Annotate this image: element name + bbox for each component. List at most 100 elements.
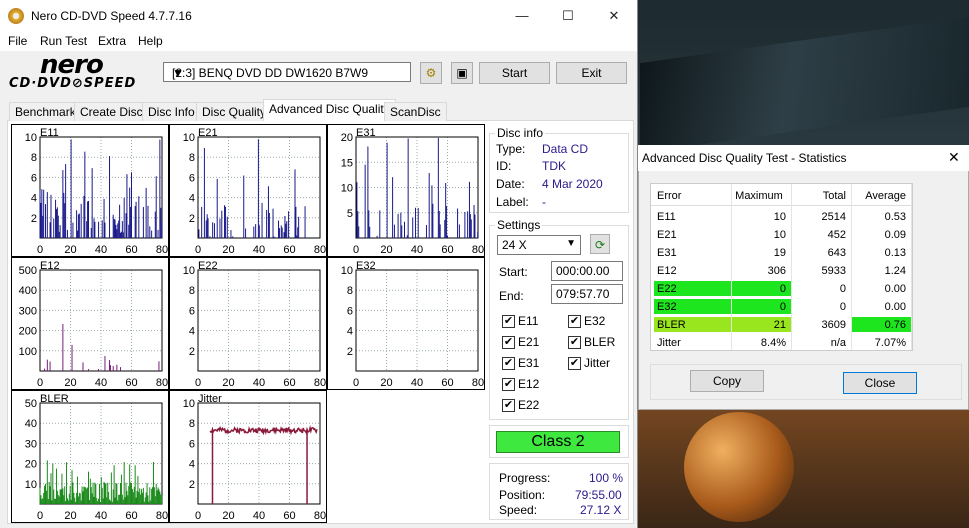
disc-info-heading: Disc info	[495, 126, 546, 140]
stats-bler-max: 21	[773, 319, 786, 331]
menu-extra[interactable]: Extra	[98, 34, 126, 48]
minimize-button[interactable]: —	[499, 0, 545, 31]
x-tick-label: 0	[37, 244, 43, 256]
stats-e12-total: 5933	[821, 265, 846, 277]
end-label: End:	[499, 289, 524, 303]
x-tick-label: 60	[125, 244, 137, 256]
x-tick-label: 80	[314, 377, 326, 389]
y-tick-label: 8	[347, 285, 353, 297]
chart-svg: 2 4 6 8 10 0 20 40 60 80 E21	[183, 127, 326, 256]
stats-e12-name: E12	[657, 265, 677, 277]
start-button[interactable]: Start	[479, 62, 550, 84]
y-tick-label: 8	[189, 152, 195, 164]
x-tick-label: 40	[411, 244, 423, 256]
y-tick-label: 2	[189, 213, 195, 225]
y-tick-label: 10	[341, 183, 353, 195]
drive-options-button[interactable]: ⚙	[420, 62, 442, 84]
tab-disc-quality[interactable]: Disc Quality	[196, 102, 273, 121]
floppy-disk-icon: ▣	[456, 66, 468, 80]
x-tick-label: 20	[64, 244, 76, 256]
disc-label-value: -	[542, 195, 546, 209]
x-tick-label: 0	[195, 377, 201, 389]
stats-e32-avg: 0.00	[884, 301, 906, 313]
x-tick-label: 60	[125, 510, 137, 522]
cd-dvd-speed-logo: CD·DVD⊘SPEED	[9, 76, 137, 91]
stats-e22-name: E22	[657, 283, 677, 295]
e32-checkbox-label: E32	[584, 314, 606, 328]
bler-checkbox[interactable]: ✔	[568, 336, 581, 349]
speed-select[interactable]: 24 X ▼	[497, 235, 581, 255]
stats-e31-avg: 0.13	[884, 247, 906, 259]
x-tick-label: 20	[380, 244, 392, 256]
chart-e32: 2 4 6 8 10 0 20 40 60 80 E32	[327, 257, 485, 390]
jitter-checkbox[interactable]: ✔	[568, 357, 581, 370]
x-tick-label: 20	[222, 510, 234, 522]
chart-title: E22	[198, 260, 218, 272]
chart-bler: 10 20 30 40 50 0 20 40 60 80 BLER	[11, 390, 169, 523]
wallpaper-planet	[684, 412, 794, 522]
x-tick-label: 60	[441, 377, 453, 389]
menu-help[interactable]: Help	[138, 34, 163, 48]
y-tick-label: 6	[347, 305, 353, 317]
stats-column-divider	[911, 184, 912, 350]
stats-header-error: Error	[657, 190, 682, 202]
e31-checkbox[interactable]: ✔	[502, 357, 515, 370]
start-time-input[interactable]: 000:00.00	[551, 261, 623, 281]
stats-e21-name: E21	[657, 229, 677, 241]
tab-advanced-disc-quality[interactable]: Advanced Disc Quality	[263, 99, 396, 121]
stats-e31-max: 19	[773, 247, 786, 259]
stats-e21-total: 452	[827, 229, 846, 241]
tab-benchmark[interactable]: Benchmark	[9, 102, 82, 121]
e22-checkbox[interactable]: ✔	[502, 399, 515, 412]
chart-title: E32	[356, 260, 376, 272]
stats-e11-avg: 0.53	[884, 211, 906, 223]
e32-checkbox[interactable]: ✔	[568, 315, 581, 328]
end-time-input[interactable]: 079:57.70	[551, 284, 623, 304]
disc-type-value: Data CD	[542, 142, 589, 156]
jitter-line	[209, 425, 318, 436]
chart-e12: 100 200 300 400 500 0 20 40 60 80 E12	[11, 257, 169, 390]
y-tick-label: 4	[31, 193, 37, 205]
tab-disc-info[interactable]: Disc Info	[142, 102, 201, 121]
stats-jitter-name: Jitter	[657, 337, 681, 349]
disc-id-value: TDK	[542, 159, 566, 173]
stats-e21-max: 10	[773, 229, 786, 241]
menu-run-test[interactable]: Run Test	[40, 34, 87, 48]
chart-title: E31	[356, 127, 376, 139]
stats-column-divider	[731, 184, 732, 350]
menu-file[interactable]: File	[8, 34, 27, 48]
stats-e12-max: 306	[767, 265, 786, 277]
y-tick-label: 50	[25, 398, 37, 410]
x-tick-label: 60	[283, 377, 295, 389]
drive-select[interactable]: [2:3] BENQ DVD DD DW1620 B7W9 ▼	[163, 62, 411, 82]
e11-checkbox[interactable]: ✔	[502, 315, 515, 328]
y-tick-label: 2	[31, 213, 37, 225]
maximize-button[interactable]: ☐	[545, 0, 591, 31]
statistics-close-icon[interactable]: ✕	[948, 149, 960, 166]
close-button[interactable]: ✕	[591, 0, 637, 31]
copy-button[interactable]: Copy	[690, 370, 764, 392]
y-tick-label: 15	[341, 157, 353, 169]
chart-svg: 100 200 300 400 500 0 20 40 60 80 E12	[19, 260, 168, 389]
chart-svg: 2 4 6 8 10 0 20 40 60 80 E22	[183, 260, 326, 389]
speed-value: 27.12 X	[580, 503, 622, 517]
e21-checkbox[interactable]: ✔	[502, 336, 515, 349]
chart-svg: 5 10 15 20 0 20 40 60 80 E31	[341, 127, 484, 256]
dialog-close-button[interactable]: Close	[843, 372, 917, 394]
e12-checkbox[interactable]: ✔	[502, 378, 515, 391]
chart-title: E12	[40, 260, 60, 272]
y-tick-label: 4	[189, 326, 195, 338]
settings-heading: Settings	[495, 218, 543, 232]
chart-svg: 10 20 30 40 50 0 20 40 60 80 BLER	[25, 393, 168, 522]
stats-bler-name: BLER	[657, 319, 686, 331]
save-button[interactable]: ▣	[451, 62, 473, 84]
refresh-speed-button[interactable]: ⟳	[590, 234, 610, 254]
y-tick-label: 6	[189, 438, 195, 450]
x-tick-label: 0	[37, 510, 43, 522]
exit-button[interactable]: Exit	[556, 62, 627, 84]
position-value: 79:55.00	[575, 488, 622, 502]
x-tick-label: 40	[253, 510, 265, 522]
tab-scandisc[interactable]: ScanDisc	[384, 102, 447, 121]
tab-create-disc[interactable]: Create Disc	[74, 102, 149, 121]
e21-checkbox-label: E21	[518, 335, 540, 349]
